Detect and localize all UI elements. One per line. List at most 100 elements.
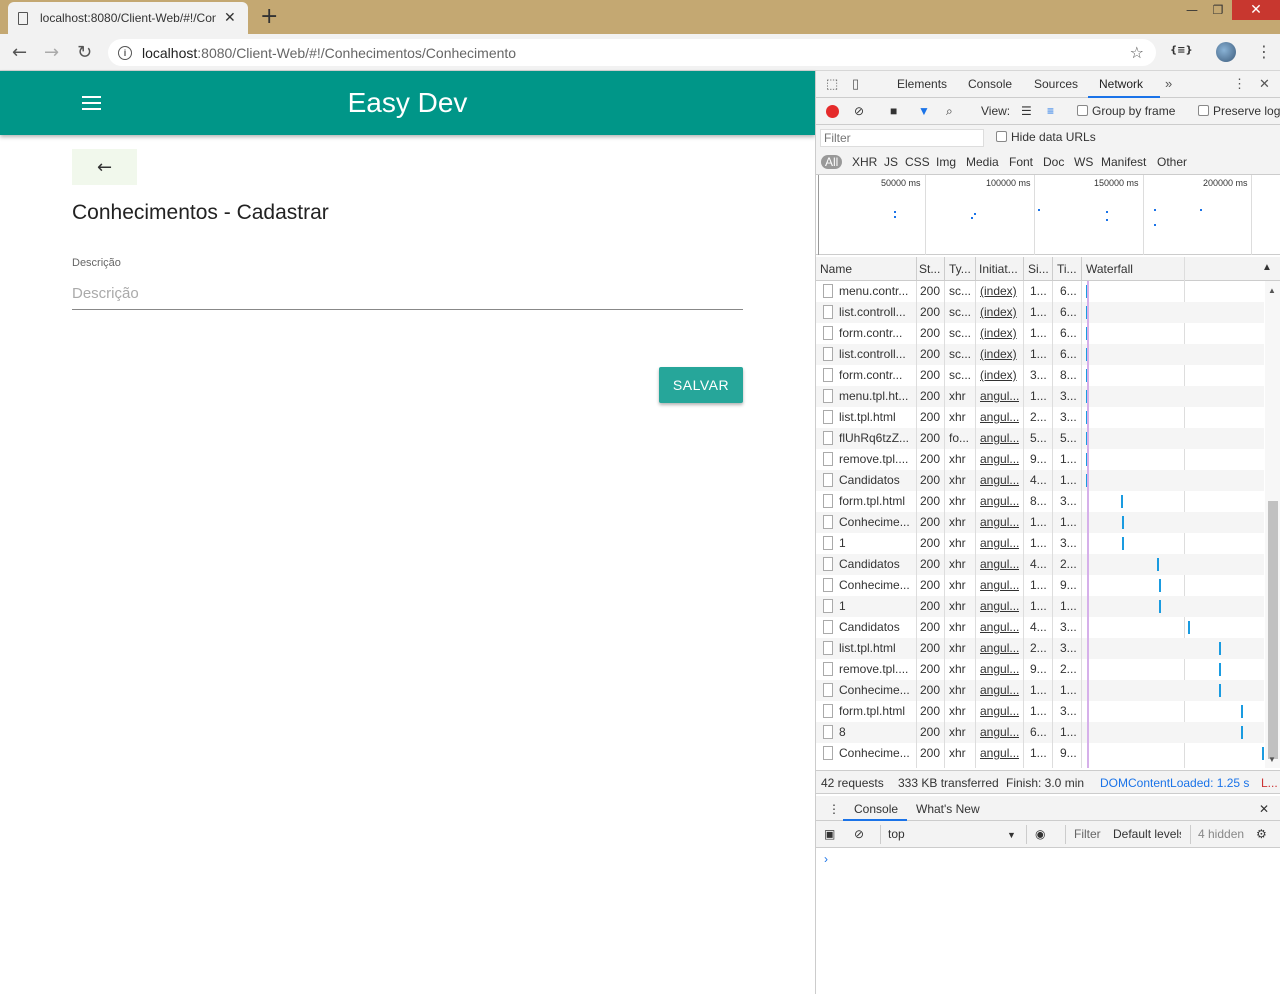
request-row[interactable]: 8 200 xhr angul... 6... 1... [816,722,1264,743]
col-waterfall[interactable]: Waterfall [1086,262,1133,276]
devtools-menu-icon[interactable]: ⋮ [1233,76,1246,92]
scrollbar-thumb[interactable] [1268,501,1278,759]
request-initiator[interactable]: (index) [980,284,1017,298]
scroll-up-icon[interactable]: ▲ [1268,286,1276,295]
log-level-selector[interactable]: Default levels [1113,827,1181,841]
request-row[interactable]: form.contr... 200 sc... (index) 3... 8... [816,365,1264,386]
request-initiator[interactable]: angul... [980,746,1019,760]
type-css[interactable]: CSS [905,155,930,169]
request-row[interactable]: list.controll... 200 sc... (index) 1... 6... [816,302,1264,323]
url-text[interactable]: localhost:8080/Client-Web/#!/Conheciment… [142,45,516,61]
drawer-tab-whats-new[interactable]: What's New [916,802,980,816]
request-row[interactable]: Conhecime... 200 xhr angul... 1... 1... [816,512,1264,533]
more-tabs-icon[interactable]: » [1165,76,1172,91]
request-row[interactable]: menu.tpl.ht... 200 xhr angul... 1... 3... [816,386,1264,407]
close-tab-icon[interactable]: ✕ [224,10,236,26]
sidebar-toggle-icon[interactable]: ▣ [824,827,835,841]
browser-tab[interactable]: localhost:8080/Client-Web/#!/Conheciment… [8,2,248,34]
inspect-icon[interactable]: ⬚ [826,76,838,92]
request-row[interactable]: Conhecime... 200 xhr angul... 1... 1... [816,680,1264,701]
console-clear-icon[interactable]: ⊘ [854,827,864,841]
context-selector[interactable]: top [888,827,905,841]
back-arrow-icon[interactable]: ← [12,42,27,63]
scroll-down-icon[interactable]: ▼ [1268,755,1276,764]
request-initiator[interactable]: angul... [980,389,1019,403]
hide-data-urls-checkbox[interactable]: Hide data URLs [996,130,1096,144]
tab-network[interactable]: Network [1099,77,1143,91]
context-dropdown-icon[interactable]: ▼ [1007,830,1016,840]
col-status[interactable]: St... [919,262,940,276]
sort-up-icon[interactable]: ▲ [1262,262,1272,273]
forward-arrow-icon[interactable]: → [44,42,59,63]
request-row[interactable]: 1 200 xhr angul... 1... 3... [816,533,1264,554]
request-row[interactable]: list.tpl.html 200 xhr angul... 2... 3... [816,407,1264,428]
profile-avatar[interactable] [1216,42,1236,62]
request-initiator[interactable]: (index) [980,326,1017,340]
descricao-input[interactable] [72,278,743,310]
group-by-frame-checkbox[interactable]: Group by frame [1077,104,1175,118]
info-icon[interactable]: i [118,45,132,60]
tab-elements[interactable]: Elements [897,77,947,91]
drawer-menu-icon[interactable]: ⋮ [828,802,840,816]
request-row[interactable]: form.tpl.html 200 xhr angul... 1... 3... [816,701,1264,722]
drawer-close-icon[interactable]: ✕ [1259,802,1269,816]
request-initiator[interactable]: (index) [980,347,1017,361]
search-icon[interactable]: ⌕ [946,104,953,119]
request-row[interactable]: Conhecime... 200 xhr angul... 1... 9... [816,575,1264,596]
request-row[interactable]: Conhecime... 200 xhr angul... 1... 9... [816,743,1264,764]
request-row[interactable]: remove.tpl.... 200 xhr angul... 9... 2... [816,659,1264,680]
network-overview[interactable]: 50000 ms 100000 ms 150000 ms 200000 ms [816,175,1280,255]
tab-sources[interactable]: Sources [1034,77,1078,91]
back-button[interactable]: ← [72,149,137,185]
request-row[interactable]: 1 200 xhr angul... 1... 1... [816,596,1264,617]
request-initiator[interactable]: angul... [980,578,1019,592]
type-xhr[interactable]: XHR [852,155,877,169]
type-img[interactable]: Img [936,155,956,169]
type-all[interactable]: All [821,155,843,169]
request-initiator[interactable]: angul... [980,599,1019,613]
address-bar[interactable]: i localhost:8080/Client-Web/#!/Conhecime… [108,39,1156,66]
request-initiator[interactable]: angul... [980,431,1019,445]
extension-icon[interactable]: {≡} [1170,45,1193,56]
bookmark-star-icon[interactable]: ☆ [1130,43,1144,62]
request-row[interactable]: list.tpl.html 200 xhr angul... 2... 3... [816,638,1264,659]
request-row[interactable]: list.controll... 200 sc... (index) 1... 6... [816,344,1264,365]
device-toolbar-icon[interactable]: ▯ [852,76,859,92]
request-initiator[interactable]: angul... [980,620,1019,634]
type-font[interactable]: Font [1009,155,1033,169]
col-initiator[interactable]: Initiat... [979,262,1018,276]
minimize-icon[interactable]: — [1178,0,1206,20]
type-manifest[interactable]: Manifest [1101,155,1146,169]
request-initiator[interactable]: angul... [980,725,1019,739]
request-initiator[interactable]: angul... [980,704,1019,718]
devtools-close-icon[interactable]: ✕ [1259,76,1270,92]
col-name[interactable]: Name [820,262,852,276]
type-other[interactable]: Other [1157,155,1187,169]
type-js[interactable]: JS [884,155,898,169]
drawer-tab-console[interactable]: Console [854,802,898,816]
request-initiator[interactable]: angul... [980,494,1019,508]
col-time[interactable]: Ti... [1057,262,1077,276]
request-initiator[interactable]: (index) [980,305,1017,319]
request-initiator[interactable]: angul... [980,683,1019,697]
request-initiator[interactable]: angul... [980,662,1019,676]
clear-icon[interactable]: ⊘ [854,104,864,118]
console-filter-input[interactable]: Filter [1074,827,1101,841]
type-media[interactable]: Media [966,155,999,169]
overview-icon[interactable]: ≡ [1047,104,1054,118]
request-row[interactable]: menu.contr... 200 sc... (index) 1... 6... [816,281,1264,302]
request-row[interactable]: Candidatos 200 xhr angul... 4... 1... [816,470,1264,491]
request-row[interactable]: Candidatos 200 xhr angul... 4... 3... [816,617,1264,638]
new-tab-icon[interactable]: + [260,4,278,29]
request-row[interactable]: Candidatos 200 xhr angul... 4... 2... [816,554,1264,575]
request-row[interactable]: remove.tpl.... 200 xhr angul... 9... 1... [816,449,1264,470]
request-row[interactable]: form.tpl.html 200 xhr angul... 8... 3... [816,491,1264,512]
request-initiator[interactable]: angul... [980,641,1019,655]
maximize-icon[interactable]: ❐ [1204,0,1232,20]
request-initiator[interactable]: angul... [980,557,1019,571]
window-close-icon[interactable]: ✕ [1232,0,1280,20]
request-row[interactable]: form.contr... 200 sc... (index) 1... 6... [816,323,1264,344]
record-icon[interactable] [826,105,839,118]
save-button[interactable]: SALVAR [659,367,743,403]
request-initiator[interactable]: angul... [980,410,1019,424]
